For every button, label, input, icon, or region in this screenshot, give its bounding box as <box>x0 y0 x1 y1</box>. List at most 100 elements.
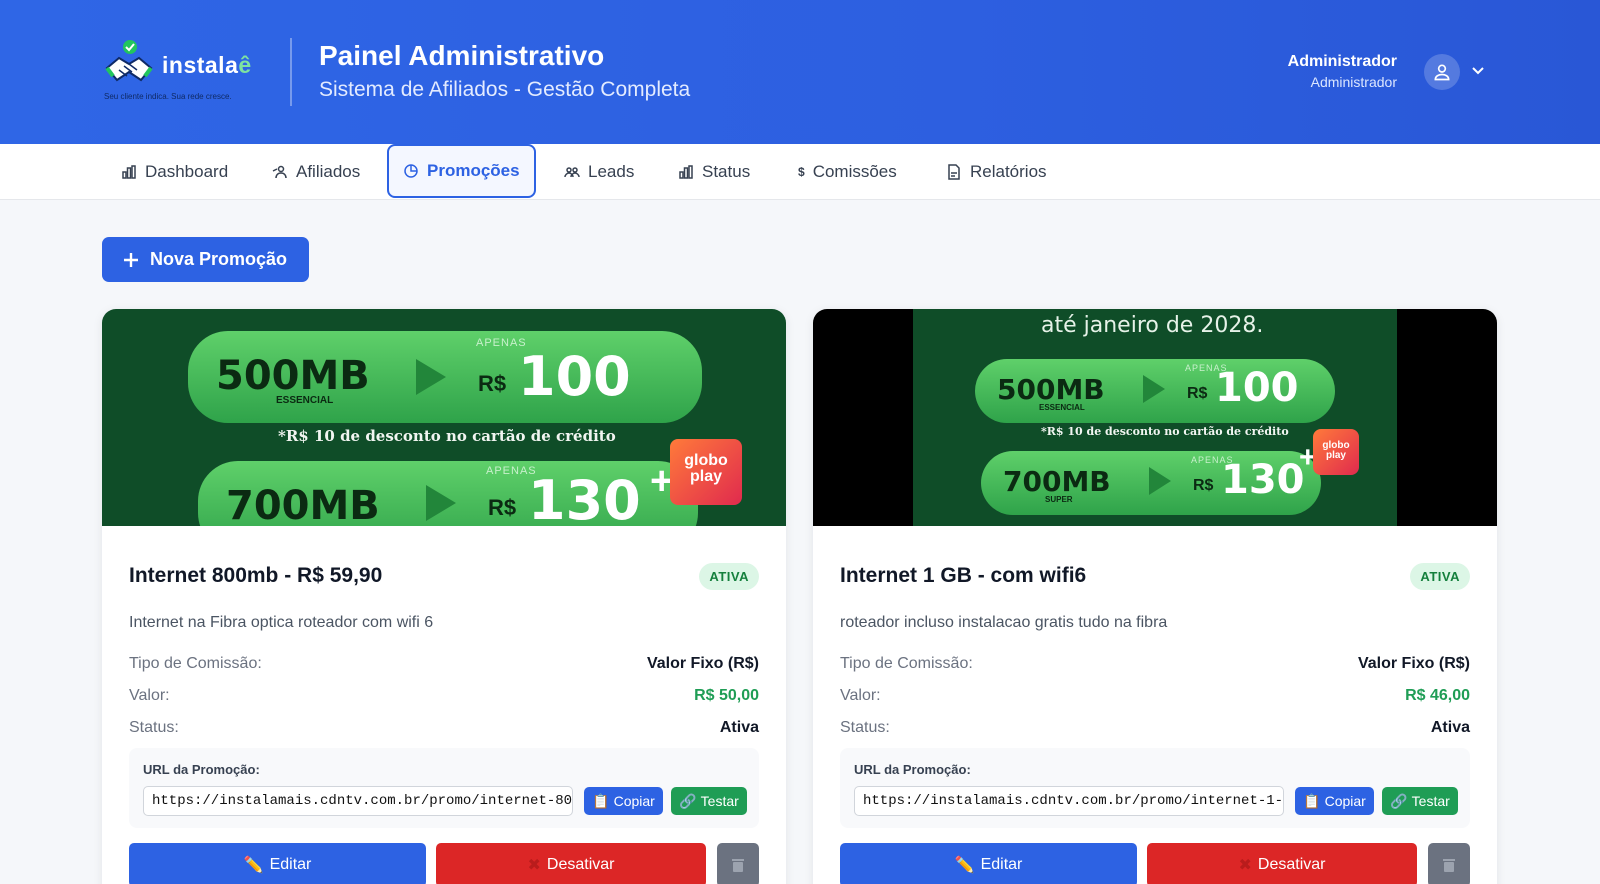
tab-promocoes[interactable]: Promoções <box>387 144 536 198</box>
promotion-art: até janeiro de 2028. 500MB ESSENCIAL APE… <box>913 309 1397 526</box>
row-value: Ativa <box>719 719 759 736</box>
pencil-icon: ✏️ <box>954 857 975 874</box>
delete-button[interactable] <box>1428 843 1470 884</box>
row-label: Tipo de Comissão: <box>840 655 973 672</box>
logo-tagline: Seu cliente indica. Sua rede cresce. <box>104 92 232 101</box>
url-field[interactable]: https://instalamais.cdntv.com.br/promo/i… <box>854 786 1284 816</box>
test-label: Testar <box>1411 793 1450 809</box>
tab-label: Comissões <box>812 162 897 181</box>
plus-icon <box>124 252 138 267</box>
trash-icon <box>732 859 744 872</box>
bar-chart-icon <box>122 165 136 179</box>
tab-label: Leads <box>588 162 635 181</box>
tab-status[interactable]: Status <box>664 144 764 200</box>
promotion-card: 500MB ESSENCIAL APENAS R$ 100 *R$ 10 de … <box>102 309 786 884</box>
test-label: Testar <box>700 793 739 809</box>
globoplay-logo: globo play <box>670 439 742 505</box>
user-info: Administrador Administrador <box>1288 53 1397 90</box>
tab-relatorios[interactable]: Relatórios <box>932 144 1061 200</box>
chevron-down-icon[interactable] <box>1470 62 1486 78</box>
url-label: URL da Promoção: <box>854 762 971 777</box>
x-icon: ✖ <box>1238 857 1252 874</box>
promotion-image: 500MB ESSENCIAL APENAS R$ 100 *R$ 10 de … <box>102 309 786 526</box>
pie-chart-icon <box>404 164 418 178</box>
tab-dashboard[interactable]: Dashboard <box>107 144 242 200</box>
row-value: R$ 46,00 <box>1405 687 1470 704</box>
promotion-description: roteador incluso instalacao gratis tudo … <box>840 614 1168 631</box>
group-icon <box>564 167 580 178</box>
tab-afiliados[interactable]: Afiliados <box>258 144 374 200</box>
play-arrow-icon <box>416 359 446 395</box>
clipboard-icon: 📋 <box>592 792 610 809</box>
document-icon <box>948 164 960 180</box>
tab-leads[interactable]: Leads <box>550 144 648 200</box>
deactivate-button[interactable]: ✖ Desativar <box>1147 843 1417 884</box>
tab-label: Status <box>702 162 751 181</box>
url-field[interactable]: https://instalamais.cdntv.com.br/promo/i… <box>143 786 573 816</box>
deactivate-button[interactable]: ✖ Desativar <box>436 843 706 884</box>
test-button[interactable]: 🔗 Testar <box>671 787 747 815</box>
link-icon: 🔗 <box>1390 792 1408 809</box>
avatar[interactable] <box>1424 54 1460 90</box>
page-subtitle: Sistema de Afiliados - Gestão Completa <box>319 78 691 101</box>
edit-label: Editar <box>980 856 1023 873</box>
tab-comissoes[interactable]: $ Comissões <box>784 144 911 200</box>
main-nav: Dashboard Afiliados Promoções Leads Stat… <box>0 144 1600 200</box>
app-header: instalaê Seu cliente indica. Sua rede cr… <box>0 0 1600 144</box>
row-label: Status: <box>840 719 890 736</box>
play-arrow-icon <box>1143 375 1165 403</box>
promotion-title: Internet 800mb - R$ 59,90 <box>129 564 383 587</box>
globoplay-logo: globo play <box>1313 429 1359 475</box>
test-button[interactable]: 🔗 Testar <box>1382 787 1458 815</box>
url-label: URL da Promoção: <box>143 762 260 777</box>
new-promotion-label: Nova Promoção <box>150 249 288 269</box>
tab-label: Relatórios <box>970 162 1047 181</box>
logo-text: instalaê <box>162 52 252 78</box>
bar-chart-icon <box>679 165 693 179</box>
user-icon <box>1434 64 1450 81</box>
edit-button[interactable]: ✏️ Editar <box>129 843 426 884</box>
edit-button[interactable]: ✏️ Editar <box>840 843 1137 884</box>
x-icon: ✖ <box>527 857 541 874</box>
tab-label: Promoções <box>427 161 520 180</box>
tab-label: Dashboard <box>145 162 229 181</box>
deactivate-label: Desativar <box>1257 856 1326 873</box>
user-role: Administrador <box>1310 74 1397 90</box>
deactivate-label: Desativar <box>546 856 615 873</box>
url-box: URL da Promoção: https://instalamais.cdn… <box>129 748 759 828</box>
plan-pill: 500MB ESSENCIAL APENAS R$ 100 <box>188 331 702 423</box>
promotion-image: até janeiro de 2028. 500MB ESSENCIAL APE… <box>813 309 1497 526</box>
tab-label: Afiliados <box>296 162 361 181</box>
play-arrow-icon <box>426 485 456 521</box>
row-label: Tipo de Comissão: <box>129 655 262 672</box>
delete-button[interactable] <box>717 843 759 884</box>
new-promotion-button[interactable]: Nova Promoção <box>102 237 309 282</box>
copy-button[interactable]: 📋 Copiar <box>584 787 663 815</box>
link-icon: 🔗 <box>679 792 697 809</box>
handshake-logo-icon <box>105 40 153 82</box>
plan-pill: 500MB ESSENCIAL APENAS R$ 100 <box>975 359 1335 423</box>
header-divider <box>290 38 292 106</box>
copy-button[interactable]: 📋 Copiar <box>1295 787 1374 815</box>
row-value: Valor Fixo (R$) <box>646 655 759 672</box>
status-badge: ATIVA <box>1410 563 1470 590</box>
plan-pill: 700MB APENAS R$ 130 <box>198 461 698 526</box>
row-label: Valor: <box>129 687 170 704</box>
copy-label: Copiar <box>613 793 655 809</box>
status-badge: ATIVA <box>699 563 759 590</box>
promotion-card: até janeiro de 2028. 500MB ESSENCIAL APE… <box>813 309 1497 884</box>
edit-label: Editar <box>269 856 312 873</box>
row-label: Valor: <box>840 687 881 704</box>
promotion-title: Internet 1 GB - com wifi6 <box>840 564 1087 587</box>
users-icon <box>272 165 287 179</box>
plan-pill: 700MB SUPER APENAS R$ 130 <box>981 451 1321 515</box>
row-value: R$ 50,00 <box>694 687 759 704</box>
brand-logo[interactable]: instalaê Seu cliente indica. Sua rede cr… <box>104 38 264 104</box>
copy-label: Copiar <box>1324 793 1366 809</box>
promotion-description: Internet na Fibra optica roteador com wi… <box>129 614 434 631</box>
page-title: Painel Administrativo <box>319 40 605 71</box>
play-arrow-icon <box>1149 467 1171 495</box>
pencil-icon: ✏️ <box>243 857 264 874</box>
user-name: Administrador <box>1287 53 1397 70</box>
dollar-icon: $ <box>798 165 805 179</box>
